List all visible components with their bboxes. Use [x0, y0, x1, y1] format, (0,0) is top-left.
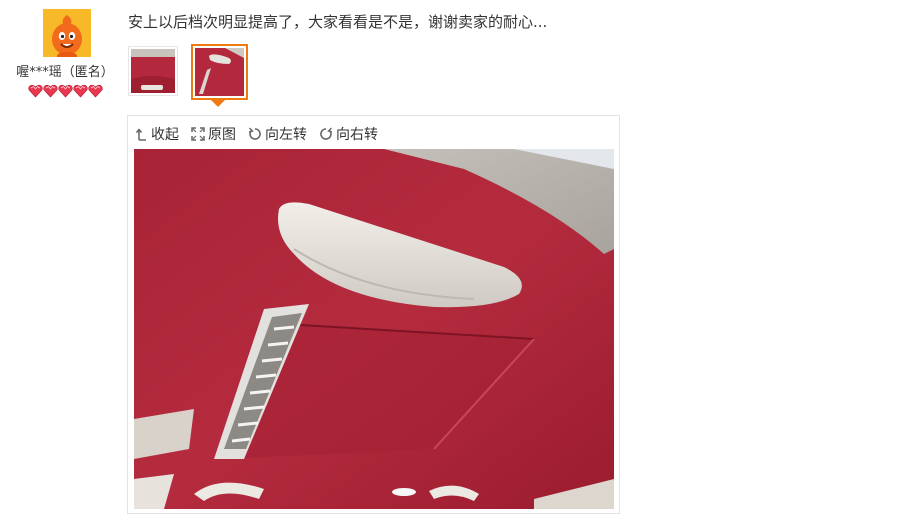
original-image-button[interactable]: 原图 [191, 124, 236, 144]
photo-thumbnail-2[interactable] [191, 44, 248, 100]
reviewer-avatar[interactable] [43, 9, 91, 57]
enlarged-photo[interactable] [134, 149, 614, 509]
taobao-mascot-avatar-icon [43, 9, 91, 57]
red-heart-gem-icon [88, 84, 103, 98]
red-heart-gem-icon [28, 84, 43, 98]
collapse-button[interactable]: 收起 [136, 124, 179, 144]
rotate-left-label: 向左转 [265, 127, 307, 143]
reviewer-username[interactable]: 喔***瑶（匿名） [12, 61, 118, 80]
red-heart-gem-icon [43, 84, 58, 98]
credit-level-badge [28, 84, 103, 98]
rotate-right-label: 向右转 [336, 127, 378, 143]
arrow-up-icon [136, 128, 146, 141]
selected-thumbnail-pointer [211, 100, 225, 107]
red-heart-gem-icon [58, 84, 73, 98]
review-text: 安上以后档次明显提高了，大家看看是不是，谢谢卖家的耐心... [128, 13, 548, 31]
image-viewer: 收起 原图 向左转 向右转 [127, 115, 620, 514]
viewer-toolbar: 收起 原图 向左转 向右转 [136, 124, 390, 144]
red-heart-gem-icon [73, 84, 88, 98]
photo-thumbnail-image [131, 49, 175, 93]
original-image-label: 原图 [208, 127, 236, 143]
photo-thumbnail-image [195, 48, 244, 96]
rotate-left-button[interactable]: 向左转 [248, 124, 307, 144]
photo-thumbnail-1[interactable] [128, 46, 178, 96]
rotate-left-icon [248, 127, 261, 140]
rotate-right-icon [320, 127, 333, 140]
expand-icon [191, 127, 205, 141]
car-headliner-photo [134, 149, 614, 509]
rotate-right-button[interactable]: 向右转 [319, 124, 378, 144]
collapse-label: 收起 [151, 127, 179, 143]
